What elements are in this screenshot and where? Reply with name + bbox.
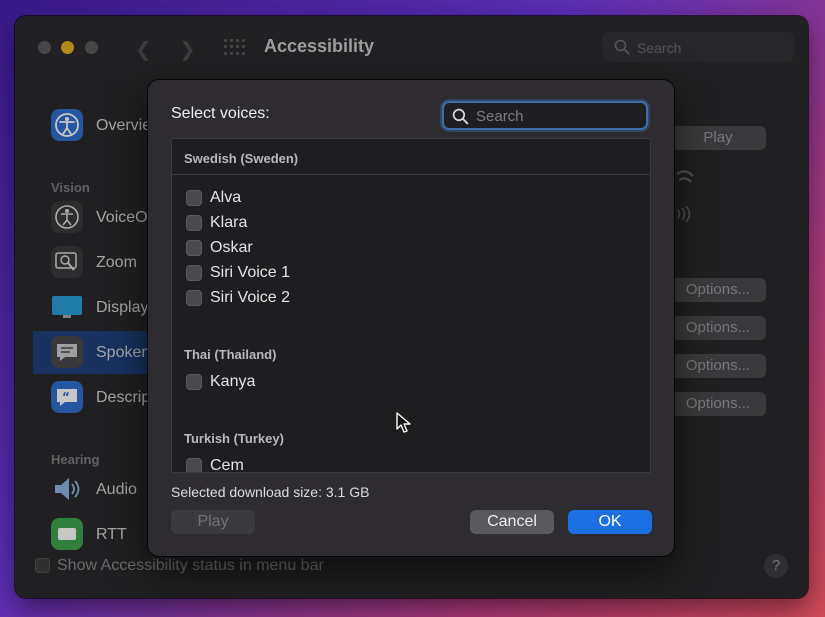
voice-checkbox[interactable] xyxy=(186,265,202,281)
cancel-button[interactable]: Cancel xyxy=(470,510,554,534)
group-header-swedish: Swedish (Sweden) xyxy=(184,151,299,166)
list-item[interactable]: Klara xyxy=(186,213,486,233)
voice-label: Oskar xyxy=(210,239,253,256)
voice-label: Siri Voice 1 xyxy=(210,264,291,281)
voice-label: Klara xyxy=(210,214,248,231)
voice-checkbox[interactable] xyxy=(186,190,202,206)
list-item[interactable]: Alva xyxy=(186,188,486,208)
search-icon xyxy=(452,108,469,125)
mouse-pointer-icon xyxy=(396,412,411,433)
voice-label: Siri Voice 2 xyxy=(210,289,291,306)
list-item[interactable]: Kanya xyxy=(186,372,486,392)
voice-label: Kanya xyxy=(210,373,256,390)
voice-checkbox[interactable] xyxy=(186,458,202,472)
voice-search-field[interactable] xyxy=(442,101,648,130)
voice-label: Alva xyxy=(210,189,242,206)
dialog-play-button[interactable]: Play xyxy=(171,510,255,534)
group-header-thai: Thai (Thailand) xyxy=(184,347,277,362)
voice-checkbox[interactable] xyxy=(186,290,202,306)
voice-checkbox[interactable] xyxy=(186,240,202,256)
voice-label: Cem xyxy=(210,457,244,473)
voice-search-input[interactable] xyxy=(476,106,641,126)
voice-checkbox[interactable] xyxy=(186,374,202,390)
download-size-label: Selected download size: 3.1 GB xyxy=(171,484,370,500)
list-item[interactable]: Siri Voice 2 xyxy=(186,288,486,308)
list-item[interactable]: Oskar xyxy=(186,238,486,258)
dialog-title: Select voices: xyxy=(171,105,270,122)
select-voices-dialog: Select voices: Swedish (Sweden) Alva Kla… xyxy=(148,80,674,556)
group-header-turkish: Turkish (Turkey) xyxy=(184,431,284,446)
group-separator xyxy=(172,174,650,175)
voice-checkbox[interactable] xyxy=(186,215,202,231)
ok-button[interactable]: OK xyxy=(568,510,652,534)
list-item[interactable]: Cem xyxy=(186,456,486,473)
list-item[interactable]: Siri Voice 1 xyxy=(186,263,486,283)
